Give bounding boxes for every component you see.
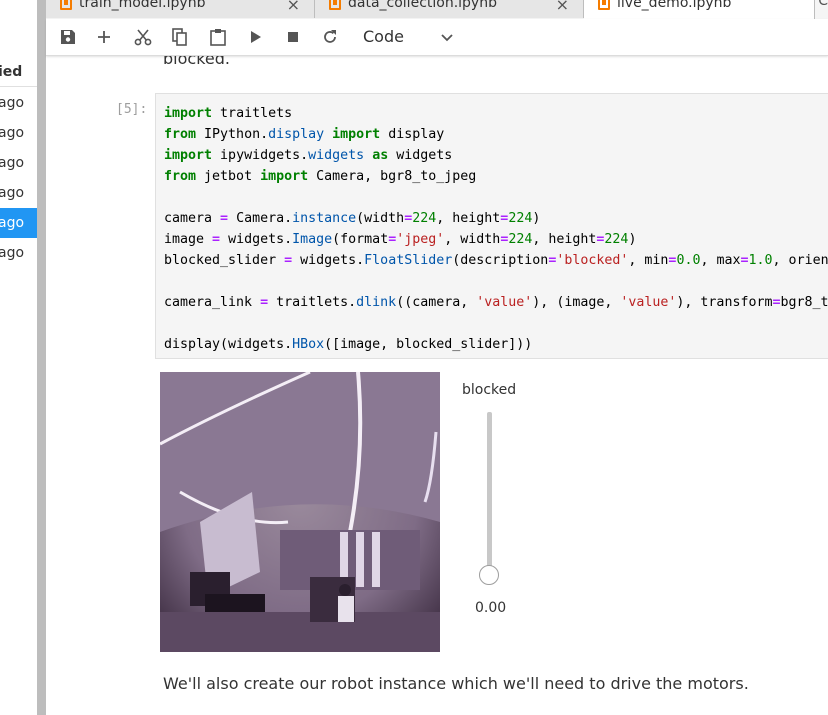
file-row[interactable]: ago xyxy=(0,148,37,178)
plus-icon xyxy=(98,31,110,43)
tab-label: train_model.ipynb xyxy=(79,0,206,11)
tab-live-demo[interactable]: live_demo.ipynb xyxy=(584,0,815,20)
notebook-icon xyxy=(60,0,72,10)
file-row[interactable]: ago xyxy=(0,88,37,118)
file-row[interactable]: ago xyxy=(0,118,37,148)
tab-label: live_demo.ipynb xyxy=(617,0,732,11)
panel-splitter[interactable] xyxy=(37,0,46,715)
code-cell-editor[interactable]: import traitlets from IPython.display im… xyxy=(155,93,828,359)
interrupt-button[interactable] xyxy=(281,25,305,49)
notebook-icon xyxy=(329,0,341,10)
scissors-icon xyxy=(134,29,152,46)
cell-prompt: [5]: xyxy=(116,102,148,117)
save-button[interactable] xyxy=(56,25,80,49)
notebook-content: blocked. [5]: import traitlets from IPyt… xyxy=(46,55,828,715)
tab-bar: train_model.ipynb × data_collection.ipyn… xyxy=(46,0,828,20)
slider-label: blocked xyxy=(462,382,517,398)
file-row-selected[interactable]: ago xyxy=(0,208,37,238)
cell-type-value: Code xyxy=(363,27,404,46)
code-text[interactable]: import traitlets from IPython.display im… xyxy=(164,103,828,355)
notebook-icon xyxy=(598,0,610,10)
notebook-toolbar: Code xyxy=(46,19,828,56)
play-icon xyxy=(251,31,261,43)
slider-value: 0.00 xyxy=(475,600,507,616)
close-icon[interactable]: × xyxy=(556,0,569,14)
tab-label: data_collection.ipynb xyxy=(348,0,497,11)
file-row[interactable]: ago xyxy=(0,178,37,208)
paste-button[interactable] xyxy=(206,25,230,49)
tab-train-model[interactable]: train_model.ipynb × xyxy=(46,0,315,18)
copy-button[interactable] xyxy=(168,25,192,49)
tab-overflow-icon[interactable]: C xyxy=(818,0,828,9)
file-browser-panel: ied ago ago ago ago ago ago xyxy=(0,0,37,715)
chevron-down-icon xyxy=(440,27,454,51)
restart-kernel-button[interactable] xyxy=(318,25,342,49)
stop-icon xyxy=(288,32,298,42)
markdown-text: blocked. xyxy=(163,55,230,68)
clipboard-icon xyxy=(210,29,226,46)
cut-button[interactable] xyxy=(131,25,155,49)
tab-data-collection[interactable]: data_collection.ipynb × xyxy=(315,0,584,18)
copy-icon xyxy=(172,28,187,46)
close-icon[interactable]: × xyxy=(287,0,300,14)
blocked-slider-track[interactable] xyxy=(487,412,492,577)
file-row[interactable]: ago xyxy=(0,238,37,268)
modified-column-header[interactable]: ied xyxy=(0,58,37,87)
refresh-icon xyxy=(324,30,336,43)
blocked-slider-handle[interactable] xyxy=(479,565,499,585)
markdown-text: We'll also create our robot instance whi… xyxy=(163,674,749,693)
camera-feed-image xyxy=(160,372,440,652)
insert-cell-button[interactable] xyxy=(92,25,116,49)
run-button[interactable] xyxy=(244,25,268,49)
save-icon xyxy=(61,30,75,44)
cell-type-select[interactable]: Code xyxy=(363,25,458,49)
